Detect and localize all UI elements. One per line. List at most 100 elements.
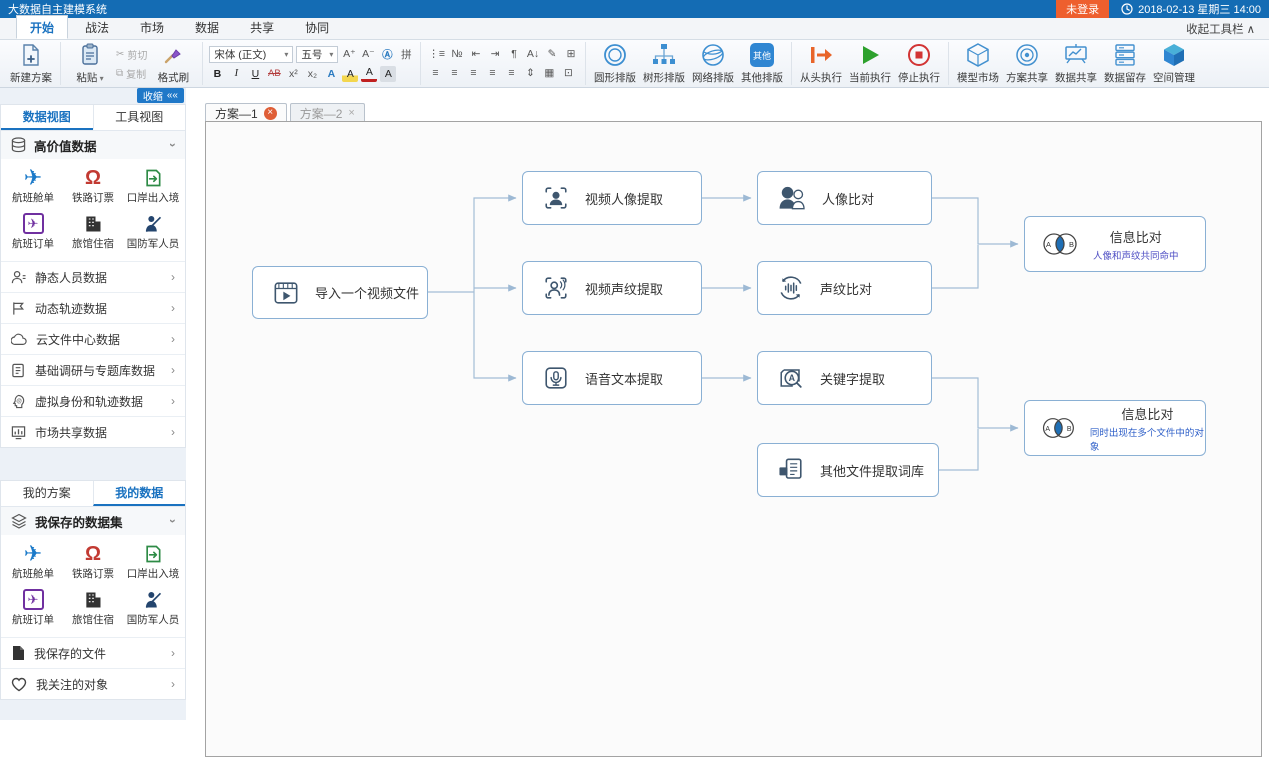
tab-market[interactable]: 市场	[126, 15, 178, 39]
server-stack-icon	[1112, 43, 1138, 68]
node-info-compare-top[interactable]: A B 信息比对 人像和声纹共同命中	[1024, 216, 1206, 272]
shrink-font-button[interactable]: A⁻	[360, 46, 376, 62]
tab-my-data[interactable]: 我的数据	[93, 481, 186, 506]
decrease-indent-button[interactable]: ⇤	[468, 46, 484, 62]
underline-button[interactable]: U	[247, 66, 263, 82]
font-size-select[interactable]: 五号▾	[296, 46, 338, 63]
tab-tactics[interactable]: 战法	[71, 15, 123, 39]
sidebar-item-my-saved-files[interactable]: 我保存的文件 ›	[1, 637, 185, 668]
subscript-button[interactable]: x₂	[304, 66, 320, 82]
dataset-item-defense-personnel[interactable]: 国防军人员	[123, 209, 183, 255]
distribute-button[interactable]: ≡	[503, 65, 519, 81]
tab-start[interactable]: 开始	[16, 15, 68, 39]
sidebar-item-static-person-data[interactable]: 静态人员数据 ›	[1, 261, 185, 292]
sidebar-item-basic-research-data[interactable]: 基础调研与专题库数据 ›	[1, 354, 185, 385]
enclose-character-button[interactable]: Ⓐ	[379, 46, 395, 62]
collapse-toolbar-button[interactable]: 收起工具栏 ∧	[1186, 21, 1255, 37]
dataset-item-flight-order[interactable]: ✈ 航班订单	[3, 585, 63, 631]
text-effects-button[interactable]: A	[323, 66, 339, 82]
align-center-button[interactable]: ≡	[446, 65, 462, 81]
strikethrough-button[interactable]: AB	[266, 66, 282, 82]
node-import-video[interactable]: 导入一个视频文件	[252, 266, 428, 319]
node-video-face-extract[interactable]: 视频人像提取	[522, 171, 702, 225]
sidebar-item-virtual-identity-data[interactable]: @ 虚拟身份和轨迹数据 ›	[1, 385, 185, 416]
cut-button[interactable]: ✂ 剪切	[116, 47, 147, 62]
node-info-compare-bottom[interactable]: A B 信息比对 同时出现在多个文件中的对象	[1024, 400, 1206, 456]
circle-layout-button[interactable]: 圆形排版	[592, 42, 638, 86]
format-painter-button[interactable]: 格式刷	[150, 42, 196, 86]
paragraph-mark-button[interactable]: ¶	[506, 46, 522, 62]
increase-indent-button[interactable]: ⇥	[487, 46, 503, 62]
node-voice-compare[interactable]: 声纹比对	[757, 261, 932, 315]
highlight-button[interactable]: A	[342, 66, 358, 82]
italic-button[interactable]: I	[228, 66, 244, 82]
dataset-item-border-entry-exit[interactable]: 口岸出入境	[123, 539, 183, 585]
space-management-button[interactable]: 空间管理	[1151, 42, 1197, 86]
node-video-voice-extract[interactable]: 视频声纹提取	[522, 261, 702, 315]
dataset-item-hotel-stay[interactable]: 旅馆住宿	[63, 585, 123, 631]
data-retention-button[interactable]: 数据留存	[1102, 42, 1148, 86]
node-keyword-extract[interactable]: A 关键字提取	[757, 351, 932, 405]
tab-data-view[interactable]: 数据视图	[1, 105, 93, 130]
flow-canvas[interactable]: 导入一个视频文件 视频人像提取 视频声纹提取 语音文	[205, 121, 1262, 757]
sidebar-item-dynamic-track-data[interactable]: 动态轨迹数据 ›	[1, 292, 185, 323]
borders-button[interactable]: ⊡	[560, 65, 576, 81]
tab-my-plans[interactable]: 我的方案	[1, 481, 93, 506]
sidebar-item-my-followed-objects[interactable]: 我关注的对象 ›	[1, 668, 185, 699]
shading-button[interactable]: ▦	[541, 65, 557, 81]
tab-tool-view[interactable]: 工具视图	[93, 105, 186, 130]
copy-button[interactable]: ⧉ 复制	[116, 66, 147, 81]
dataset-item-railway-ticket[interactable]: Ω 铁路订票	[63, 539, 123, 585]
tab-data[interactable]: 数据	[181, 15, 233, 39]
bullets-button[interactable]: ⋮≡	[427, 46, 446, 62]
dataset-item-flight-manifest[interactable]: ✈ 航班舱单	[3, 539, 63, 585]
line-spacing-button[interactable]: ⇕	[522, 65, 538, 81]
other-layout-button[interactable]: 其他 其他排版	[739, 42, 785, 86]
superscript-button[interactable]: x²	[285, 66, 301, 82]
section-my-saved-datasets[interactable]: 我保存的数据集 ›	[1, 507, 185, 535]
new-plan-button[interactable]: 新建方案	[8, 42, 54, 86]
dataset-item-hotel-stay[interactable]: 旅馆住宿	[63, 209, 123, 255]
login-status-badge[interactable]: 未登录	[1056, 0, 1109, 18]
phonetic-guide-button[interactable]: 拼	[398, 46, 414, 62]
node-speech-text-extract[interactable]: 语音文本提取	[522, 351, 702, 405]
tree-layout-button[interactable]: 树形排版	[641, 42, 687, 86]
node-face-compare[interactable]: 人像比对	[757, 171, 932, 225]
doc-tab-plan-1[interactable]: 方案—1 ×	[205, 103, 287, 122]
plan-share-button[interactable]: 方案共享	[1004, 42, 1050, 86]
dataset-item-defense-personnel[interactable]: 国防军人员	[123, 585, 183, 631]
tab-collaborate[interactable]: 协同	[291, 15, 343, 39]
data-share-button[interactable]: 数据共享	[1053, 42, 1099, 86]
edit-marks-button[interactable]: ✎	[544, 46, 560, 62]
tab-share[interactable]: 共享	[236, 15, 288, 39]
dataset-item-flight-order[interactable]: ✈ 航班订单	[3, 209, 63, 255]
stop-run-button[interactable]: 停止执行	[896, 42, 942, 86]
align-right-button[interactable]: ≡	[465, 65, 481, 81]
character-shading-button[interactable]: A	[380, 66, 396, 82]
collapse-sidebar-button[interactable]: 收缩 ««	[137, 88, 184, 103]
table-button[interactable]: ⊞	[563, 46, 579, 62]
font-family-select[interactable]: 宋体 (正文)▾	[209, 46, 293, 63]
justify-button[interactable]: ≡	[484, 65, 500, 81]
bold-button[interactable]: B	[209, 66, 225, 82]
dataset-item-border-entry-exit[interactable]: 口岸出入境	[123, 163, 183, 209]
section-high-value-data[interactable]: 高价值数据 ›	[1, 131, 185, 159]
sidebar-item-cloud-file-data[interactable]: 云文件中心数据 ›	[1, 323, 185, 354]
font-color-button[interactable]: A	[361, 66, 377, 82]
run-current-button[interactable]: 当前执行	[847, 42, 893, 86]
align-left-button[interactable]: ≡	[427, 65, 443, 81]
dataset-item-flight-manifest[interactable]: ✈ 航班舱单	[3, 163, 63, 209]
paste-button[interactable]: 粘贴 ▾	[67, 42, 113, 86]
close-tab-icon[interactable]: ×	[348, 107, 354, 119]
run-from-start-button[interactable]: 从头执行	[798, 42, 844, 86]
grow-font-button[interactable]: A⁺	[341, 46, 357, 62]
close-tab-icon[interactable]: ×	[264, 107, 277, 120]
network-layout-button[interactable]: 网络排版	[690, 42, 736, 86]
sidebar-item-market-shared-data[interactable]: 市场共享数据 ›	[1, 416, 185, 447]
numbering-button[interactable]: №	[449, 46, 465, 62]
node-other-file-lexicon[interactable]: 其他文件提取词库	[757, 443, 939, 497]
model-market-button[interactable]: 模型市场	[955, 42, 1001, 86]
dataset-item-railway-ticket[interactable]: Ω 铁路订票	[63, 163, 123, 209]
sort-button[interactable]: A↓	[525, 46, 541, 62]
doc-tab-plan-2[interactable]: 方案—2 ×	[290, 103, 365, 122]
